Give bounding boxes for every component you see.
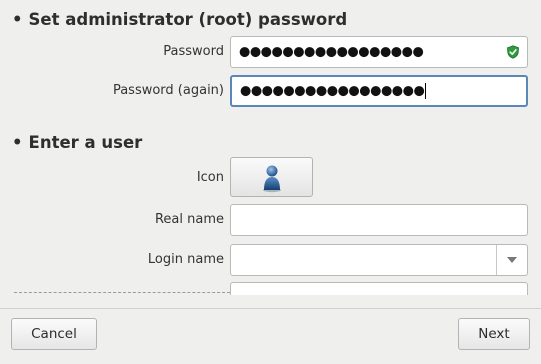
- chevron-down-icon: [507, 257, 517, 263]
- real-name-label: Real name: [154, 212, 224, 227]
- password-field[interactable]: ●●●●●●●●●●●●●●●●●: [230, 36, 528, 68]
- next-button[interactable]: Next: [458, 318, 530, 350]
- password-again-value: ●●●●●●●●●●●●●●●●●: [240, 83, 425, 99]
- password-value: ●●●●●●●●●●●●●●●●●: [239, 44, 424, 60]
- cancel-button[interactable]: Cancel: [11, 318, 97, 350]
- enter-user-title: Enter a user: [28, 133, 143, 152]
- password-again-label: Password (again): [112, 83, 224, 98]
- user-icon-button[interactable]: [230, 157, 313, 197]
- real-name-field[interactable]: [230, 204, 528, 236]
- login-name-label: Login name: [147, 252, 224, 267]
- root-password-heading: • Set administrator (root) password: [12, 10, 348, 29]
- enter-user-heading: • Enter a user: [12, 133, 143, 152]
- shield-check-icon: [507, 45, 519, 59]
- next-field-partial[interactable]: [230, 282, 528, 295]
- text-caret: [425, 83, 427, 99]
- login-name-dropdown-button[interactable]: [496, 245, 527, 275]
- login-name-combo[interactable]: [230, 244, 528, 276]
- user-avatar-icon: [263, 165, 281, 193]
- scroll-cut-region: [0, 282, 541, 295]
- password-again-field[interactable]: ●●●●●●●●●●●●●●●●●: [230, 75, 528, 107]
- scroll-cut-line: [14, 292, 230, 293]
- password-label: Password: [163, 44, 224, 59]
- footer-separator: [0, 308, 541, 309]
- icon-label: Icon: [196, 170, 224, 185]
- root-password-title: Set administrator (root) password: [28, 10, 348, 29]
